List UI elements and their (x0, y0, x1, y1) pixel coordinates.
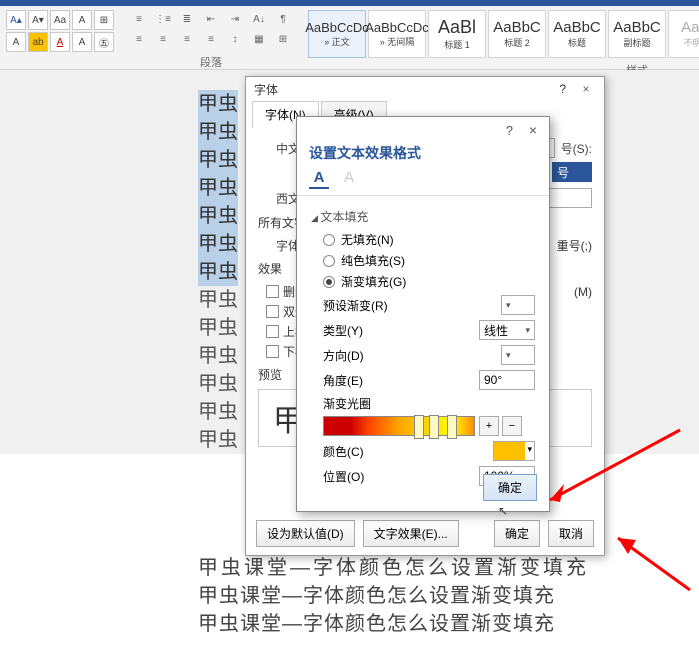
ribbon: A▴ A▾ Aa A ⊞ A ab A A ㊄ ≡ ⋮≡ ≣ ⇤ ⇥ A↓ ¶ … (0, 6, 699, 70)
style-subtle[interactable]: AaBl不明显 (668, 10, 699, 58)
borders[interactable]: ⊞ (272, 30, 294, 48)
text-effects-button[interactable]: 文字效果(E)... (363, 520, 459, 547)
text-fill-section[interactable]: 文本填充 (311, 208, 535, 225)
document-full-lines[interactable]: 甲虫课堂—字体颜色怎么设置渐变填充 甲虫课堂—字体颜色怎么设置渐变填充 甲虫课堂… (198, 554, 589, 638)
angle-spinner[interactable]: 90° (479, 370, 535, 390)
no-fill-radio[interactable] (323, 234, 335, 246)
close-icon[interactable]: × (576, 82, 596, 96)
align-justify[interactable]: ≡ (200, 30, 222, 48)
gradient-stop-3[interactable] (447, 415, 457, 439)
gradient-stop-1[interactable] (414, 415, 424, 439)
enclose[interactable]: ㊄ (94, 32, 114, 52)
align-right[interactable]: ≡ (176, 30, 198, 48)
style-nospacing[interactable]: AaBbCcDc» 无间隔 (368, 10, 426, 58)
gradient-fill-radio[interactable] (323, 276, 335, 288)
gradient-stop-2[interactable] (429, 415, 439, 439)
help-icon[interactable]: ? (559, 82, 566, 96)
preset-label: 预设渐变(R) (323, 297, 388, 314)
font-dialog-titlebar: 字体 ? × (246, 77, 604, 101)
cancel-button[interactable]: 取消 (548, 520, 594, 547)
strikethrough-checkbox[interactable] (266, 285, 279, 298)
preset-combo[interactable] (501, 295, 535, 315)
color-picker[interactable] (493, 441, 535, 461)
style-subtitle[interactable]: AaBbC副标题 (608, 10, 666, 58)
align-left[interactable]: ≡ (128, 30, 150, 48)
font-effect[interactable]: A (6, 32, 26, 52)
effects-help-icon[interactable]: ? (506, 123, 513, 138)
style-heading2[interactable]: AaBbC标题 2 (488, 10, 546, 58)
style-heading1[interactable]: AaBl标题 1 (428, 10, 486, 58)
align-center[interactable]: ≡ (152, 30, 174, 48)
indent-inc[interactable]: ⇥ (224, 10, 246, 28)
annotation-arrow-2 (610, 510, 699, 600)
subscript-checkbox[interactable] (266, 345, 279, 358)
size-combo[interactable]: 号 (552, 162, 592, 182)
char-border[interactable]: ⊞ (94, 10, 114, 30)
direction-label: 方向(D) (323, 347, 364, 364)
line-spacing[interactable]: ↕ (224, 30, 246, 48)
text-outline-tab-icon[interactable]: A (339, 169, 359, 189)
double-checkbox[interactable] (266, 305, 279, 318)
type-label: 类型(Y) (323, 322, 363, 339)
type-combo[interactable]: 线性 (479, 320, 535, 340)
styles-group: AaBbCcDc» 正文 AaBbCcDc» 无间隔 AaBl标题 1 AaBb… (308, 10, 699, 65)
style-normal[interactable]: AaBbCcDc» 正文 (308, 10, 366, 58)
text-effects-dialog: ? × 设置文本效果格式 A A 文本填充 无填充(N) 纯色填充(S) 渐变填… (296, 116, 550, 512)
position-label: 位置(O) (323, 468, 364, 485)
font-color[interactable]: A (50, 32, 70, 52)
effects-title: 设置文本效果格式 (297, 143, 549, 163)
clear-format[interactable]: A (72, 10, 92, 30)
font-group: A▴ A▾ Aa A ⊞ A ab A A ㊄ (6, 10, 114, 65)
paragraph-group: ≡ ⋮≡ ≣ ⇤ ⇥ A↓ ¶ ≡ ≡ ≡ ≡ ↕ ▦ ⊞ 段落 (128, 10, 294, 65)
text-fill-tab-icon[interactable]: A (309, 169, 329, 189)
change-case[interactable]: Aa (50, 10, 70, 30)
style-title[interactable]: AaBbC标题 (548, 10, 606, 58)
color-label: 颜色(C) (323, 443, 364, 460)
stops-label: 渐变光圈 (323, 395, 535, 412)
solid-fill-radio[interactable] (323, 255, 335, 267)
set-default-button[interactable]: 设为默认值(D) (256, 520, 355, 547)
superscript-checkbox[interactable] (266, 325, 279, 338)
selected-text: 甲虫 (198, 90, 238, 118)
indent-dec[interactable]: ⇤ (200, 10, 222, 28)
paragraph-label: 段落 (128, 54, 294, 70)
effects-ok-button[interactable]: 确定 (483, 474, 537, 501)
effects-close-icon[interactable]: × (523, 122, 543, 138)
shading[interactable]: ▦ (248, 30, 270, 48)
font-size-up[interactable]: A▴ (6, 10, 26, 30)
gradient-slider[interactable] (323, 416, 475, 436)
ok-button[interactable]: 确定 (494, 520, 540, 547)
font-dialog-title: 字体 (254, 81, 278, 98)
cursor-icon: ↖ (498, 504, 508, 518)
direction-combo[interactable] (501, 345, 535, 365)
add-stop-button[interactable]: + (479, 416, 499, 436)
char-shading[interactable]: A (72, 32, 92, 52)
font-size-down[interactable]: A▾ (28, 10, 48, 30)
emphasis-label: 重号(;) (557, 237, 592, 254)
angle-label: 角度(E) (323, 372, 363, 389)
highlight[interactable]: ab (28, 32, 48, 52)
remove-stop-button[interactable]: − (502, 416, 522, 436)
show-marks[interactable]: ¶ (272, 10, 294, 28)
multilevel[interactable]: ≣ (176, 10, 198, 28)
numbering[interactable]: ⋮≡ (152, 10, 174, 28)
sort[interactable]: A↓ (248, 10, 270, 28)
bullets[interactable]: ≡ (128, 10, 150, 28)
